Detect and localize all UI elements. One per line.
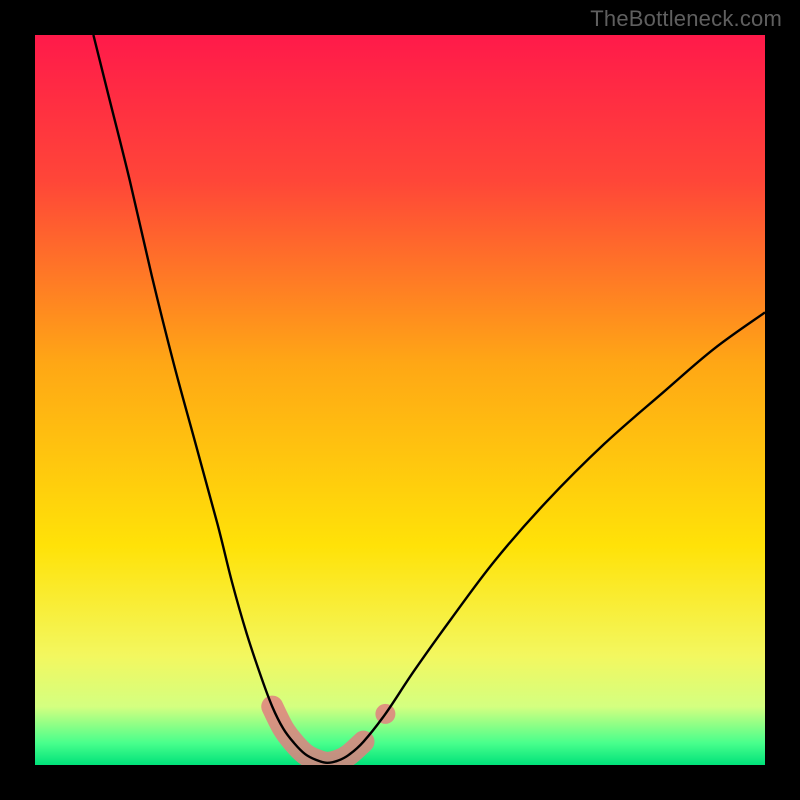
chart-plot-area xyxy=(35,35,765,765)
chart-svg xyxy=(35,35,765,765)
watermark-text: TheBottleneck.com xyxy=(590,6,782,32)
